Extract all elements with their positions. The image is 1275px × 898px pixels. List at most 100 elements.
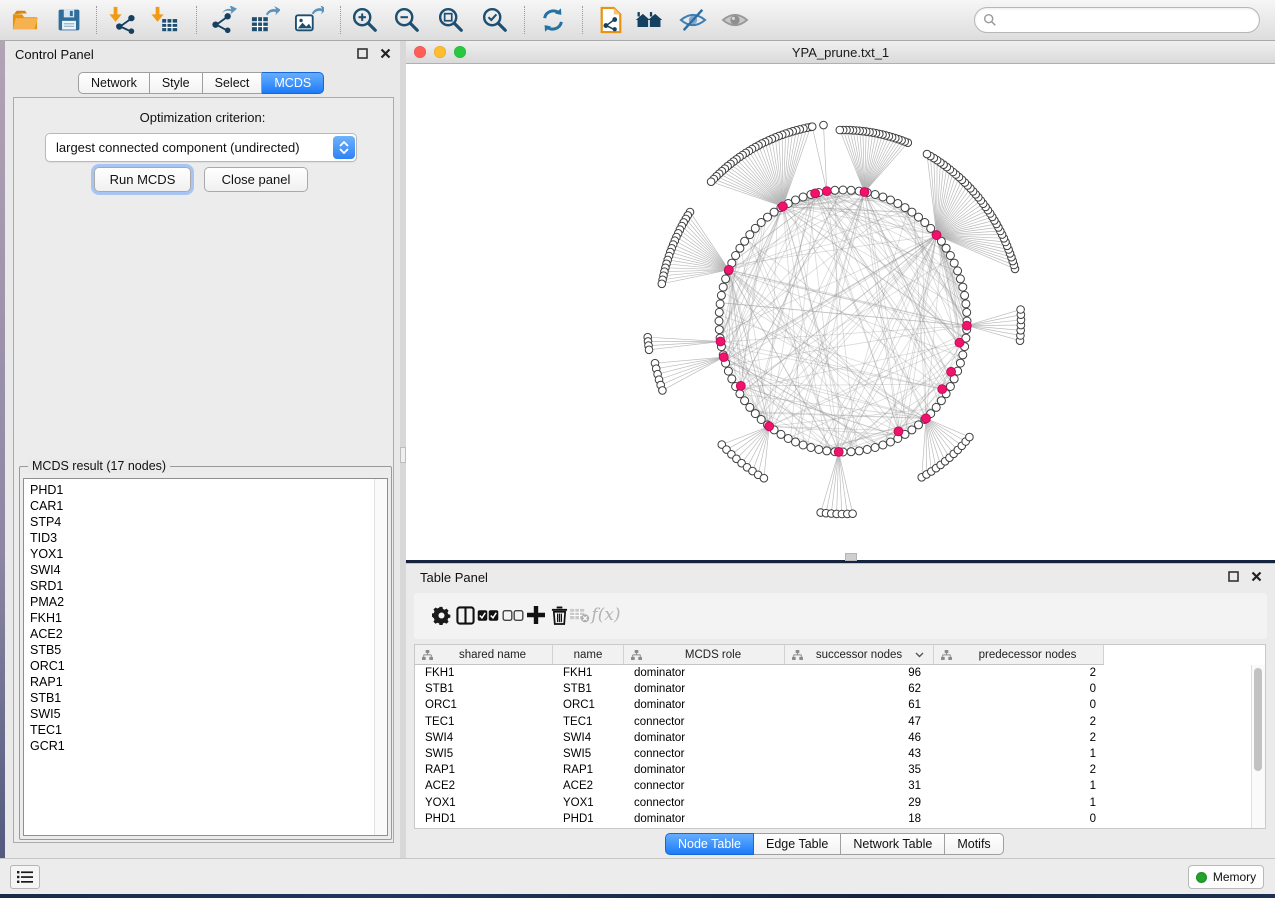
attribute-tree-icon: [941, 650, 952, 660]
criterion-dropdown[interactable]: largest connected component (undirected): [45, 133, 357, 162]
list-item[interactable]: PHD1: [24, 482, 375, 498]
zoom-in-icon[interactable]: [348, 4, 382, 36]
dropdown-stepper-icon: [333, 136, 355, 159]
tab-network[interactable]: Network: [78, 72, 150, 94]
list-item[interactable]: YOX1: [24, 546, 375, 562]
sort-descending-icon: [915, 652, 924, 658]
network-from-document-icon[interactable]: [594, 4, 628, 36]
table-browser-tabs: Node Table Edge Table Network Table Moti…: [665, 833, 1004, 855]
list-item[interactable]: ORC1: [24, 658, 375, 674]
toolbar-separator: [196, 6, 197, 34]
search-input[interactable]: [1001, 10, 1259, 30]
tab-mcds[interactable]: MCDS: [262, 72, 324, 94]
list-item[interactable]: GCR1: [24, 738, 375, 754]
zoom-fit-icon[interactable]: [434, 4, 468, 36]
save-icon[interactable]: [52, 4, 86, 36]
tab-edge-table[interactable]: Edge Table: [754, 833, 841, 855]
status-bar: Memory: [0, 858, 1275, 894]
list-item[interactable]: FKH1: [24, 610, 375, 626]
show-panel-eye-icon[interactable]: [718, 4, 752, 36]
list-item[interactable]: STB1: [24, 690, 375, 706]
open-folder-icon[interactable]: [8, 4, 42, 36]
table-row[interactable]: SWI5SWI5connector431: [415, 746, 1252, 762]
task-history-icon[interactable]: [10, 865, 40, 889]
table-toolbar: f(x): [414, 593, 1267, 639]
run-mcds-button[interactable]: Run MCDS: [94, 167, 191, 192]
column-header-predecessor-nodes[interactable]: predecessor nodes: [934, 645, 1104, 665]
table-row[interactable]: FKH1FKH1dominator962: [415, 665, 1252, 681]
list-item[interactable]: TID3: [24, 530, 375, 546]
table-settings-gear-icon[interactable]: [428, 600, 454, 630]
table-scrollbar[interactable]: [1251, 665, 1265, 828]
optimization-criterion-label: Optimization criterion:: [13, 110, 392, 125]
table-panel-title: Table Panel: [420, 570, 488, 585]
memory-label: Memory: [1213, 870, 1256, 884]
memory-status-icon: [1196, 872, 1207, 883]
float-panel-icon[interactable]: [356, 47, 369, 60]
attribute-tree-icon: [422, 650, 433, 660]
list-scrollbar[interactable]: [374, 479, 387, 835]
horizontal-splitter-grip[interactable]: [845, 553, 857, 561]
table-row[interactable]: ACE2ACE2connector311: [415, 778, 1252, 794]
memory-button[interactable]: Memory: [1188, 865, 1264, 889]
home-networks-icon[interactable]: [632, 4, 666, 36]
table-panel: Table Panel: [406, 563, 1275, 859]
network-canvas[interactable]: [406, 64, 1275, 560]
tab-select[interactable]: Select: [203, 72, 263, 94]
table-row[interactable]: STB1STB1dominator620: [415, 681, 1252, 697]
table-row[interactable]: SWI4SWI4dominator462: [415, 730, 1252, 746]
delete-table-icon: [566, 600, 592, 630]
close-panel-icon[interactable]: [379, 47, 392, 60]
list-item[interactable]: TEC1: [24, 722, 375, 738]
toolbar-separator: [96, 6, 97, 34]
table-row[interactable]: YOX1YOX1connector291: [415, 795, 1252, 811]
hide-panel-eye-icon[interactable]: [676, 4, 710, 36]
list-item[interactable]: SWI4: [24, 562, 375, 578]
attribute-tree-icon: [631, 650, 642, 660]
column-header-successor-nodes[interactable]: successor nodes: [785, 645, 934, 665]
column-header-name[interactable]: name: [553, 645, 624, 665]
zoom-out-icon[interactable]: [390, 4, 424, 36]
tab-node-table[interactable]: Node Table: [665, 833, 754, 855]
list-item[interactable]: CAR1: [24, 498, 375, 514]
tab-style[interactable]: Style: [150, 72, 203, 94]
list-item[interactable]: STP4: [24, 514, 375, 530]
column-header-mcds-role[interactable]: MCDS role: [624, 645, 785, 665]
close-panel-icon[interactable]: [1250, 570, 1263, 583]
attribute-tree-icon: [792, 650, 803, 660]
import-network-icon[interactable]: [106, 4, 140, 36]
close-panel-button[interactable]: Close panel: [204, 167, 308, 192]
tab-network-table[interactable]: Network Table: [841, 833, 945, 855]
list-item[interactable]: STB5: [24, 642, 375, 658]
scrollbar-thumb[interactable]: [1254, 668, 1262, 771]
refresh-icon[interactable]: [536, 4, 570, 36]
float-panel-icon[interactable]: [1227, 570, 1240, 583]
list-item[interactable]: SRD1: [24, 578, 375, 594]
column-header-shared-name[interactable]: shared name: [415, 645, 553, 665]
mcds-result-list[interactable]: PHD1 CAR1 STP4 TID3 YOX1 SWI4 SRD1 PMA2 …: [23, 478, 388, 836]
main-toolbar: [0, 0, 1275, 41]
list-item[interactable]: PMA2: [24, 594, 375, 610]
network-window-title: YPA_prune.txt_1: [406, 45, 1275, 60]
control-panel: Control Panel Network Style Select MCDS …: [5, 41, 401, 858]
list-item[interactable]: SWI5: [24, 706, 375, 722]
table-row[interactable]: TEC1TEC1connector472: [415, 714, 1252, 730]
table-row[interactable]: PHD1PHD1dominator180: [415, 811, 1252, 827]
tab-motifs[interactable]: Motifs: [945, 833, 1003, 855]
list-item[interactable]: RAP1: [24, 674, 375, 690]
search-field: [974, 7, 1260, 33]
network-window-titlebar: YPA_prune.txt_1: [406, 41, 1275, 64]
toolbar-separator: [582, 6, 583, 34]
table-row[interactable]: ORC1ORC1dominator610: [415, 697, 1252, 713]
zoom-selected-icon[interactable]: [478, 4, 512, 36]
export-image-icon[interactable]: [292, 4, 326, 36]
table-row[interactable]: RAP1RAP1dominator352: [415, 762, 1252, 778]
table-panel-titlebar: Table Panel: [406, 564, 1275, 590]
mcds-result-group: MCDS result (17 nodes) PHD1 CAR1 STP4 TI…: [19, 466, 392, 840]
table-body: FKH1FKH1dominator962 STB1STB1dominator62…: [415, 665, 1252, 827]
export-table-icon[interactable]: [248, 4, 282, 36]
list-item[interactable]: ACE2: [24, 626, 375, 642]
export-network-icon[interactable]: [206, 4, 240, 36]
import-table-icon[interactable]: [148, 4, 182, 36]
select-all-icon[interactable]: [475, 600, 501, 630]
